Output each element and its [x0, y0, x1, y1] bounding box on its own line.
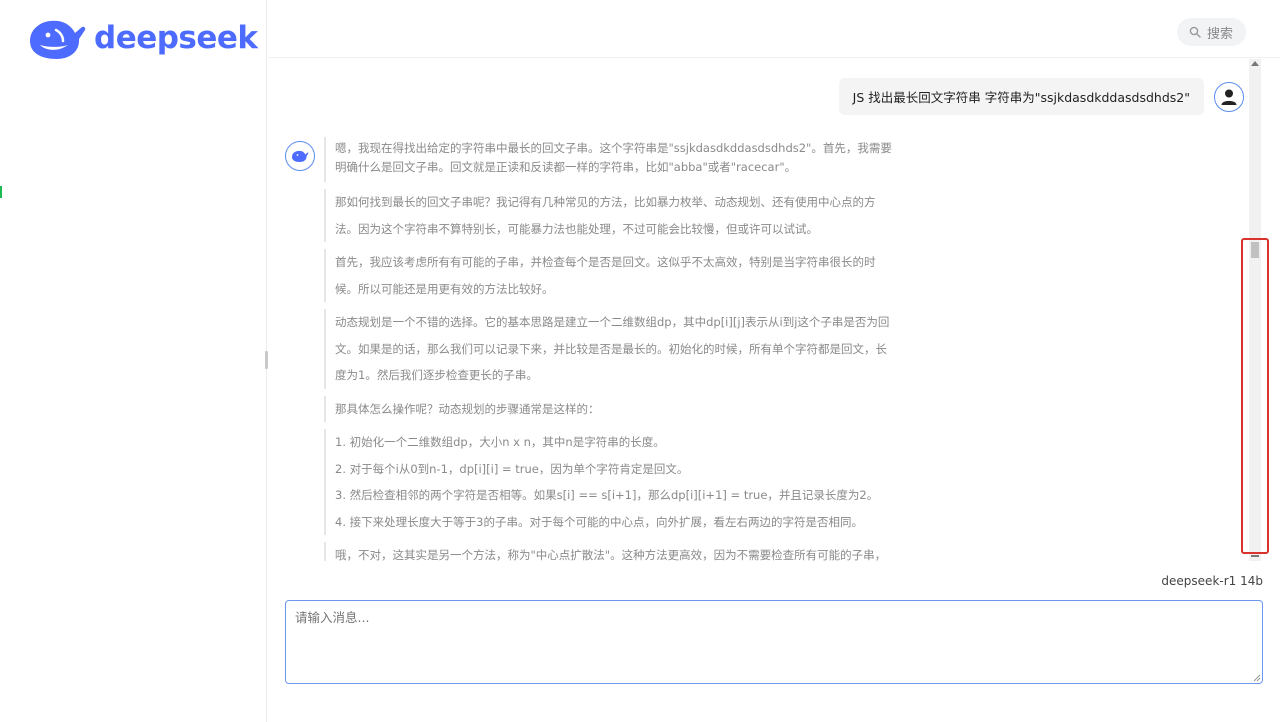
brand-logo[interactable]: deepseek [26, 14, 258, 62]
search-label: 搜索 [1207, 26, 1234, 42]
assistant-message: 嗯，我现在得找出给定的字符串中最长的回文子串。这个字符串是"ssjkdasdkd… [324, 137, 894, 561]
resize-grip-icon[interactable] [1253, 674, 1261, 682]
assistant-paragraph: 那如何找到最长的回文子串呢？我记得有几种常见的方法，比如暴力枚举、动态规划、还有… [324, 189, 894, 242]
message-input[interactable] [285, 600, 1263, 684]
brand-name: deepseek [94, 20, 258, 56]
user-avatar [1214, 81, 1244, 112]
assistant-step-list: 1. 初始化一个二维数组dp，大小n x n，其中n是字符串的长度。 2. 对于… [324, 429, 894, 535]
edge-marker [0, 186, 2, 198]
assistant-paragraph: 首先，我应该考虑所有有可能的子串，并检查每个是否是回文。这似乎不太高效，特别是当… [324, 249, 894, 302]
assistant-avatar [285, 141, 315, 171]
scroll-up-arrow-icon[interactable] [1251, 61, 1259, 66]
search-button[interactable]: 搜索 [1177, 18, 1246, 46]
assistant-paragraph: 动态规划是一个不错的选择。它的基本思路是建立一个二维数组dp，其中dp[i][j… [324, 309, 894, 389]
top-bar: 搜索 [268, 0, 1280, 58]
scroll-down-arrow-icon[interactable] [1251, 555, 1259, 557]
sidebar: deepseek [0, 0, 268, 722]
assistant-paragraph: 那具体怎么操作呢？动态规划的步骤通常是这样的： [324, 395, 894, 422]
user-message: JS 找出最长回文字符串 字符串为"ssjkdasdkddasdsdhds2" [838, 78, 1244, 115]
main-panel: 搜索 JS 找出最长回文字符串 字符串为"ssjkdasdkddasdsdhds… [268, 0, 1280, 722]
user-icon [1221, 89, 1237, 105]
search-icon [1189, 26, 1201, 38]
whale-avatar-icon [292, 150, 309, 162]
app-window: deepseek 搜索 JS 找出最长回文字符串 字符串为"ssjkdasdkd… [0, 0, 1280, 722]
user-message-bubble: JS 找出最长回文字符串 字符串为"ssjkdasdkddasdsdhds2" [838, 78, 1204, 115]
model-name-label: deepseek-r1 14b [1161, 574, 1263, 588]
chat-messages[interactable]: JS 找出最长回文字符串 字符串为"ssjkdasdkddasdsdhds2" … [268, 59, 1280, 561]
assistant-paragraph: 嗯，我现在得找出给定的字符串中最长的回文子串。这个字符串是"ssjkdasdkd… [324, 137, 894, 182]
whale-logo-icon [30, 20, 86, 59]
scrollbar-highlight-annotation [1241, 238, 1269, 554]
assistant-paragraph: 哦，不对，这其实是另一个方法，称为"中心点扩散法"。这种方法更高效，因为不需要检… [324, 542, 894, 561]
